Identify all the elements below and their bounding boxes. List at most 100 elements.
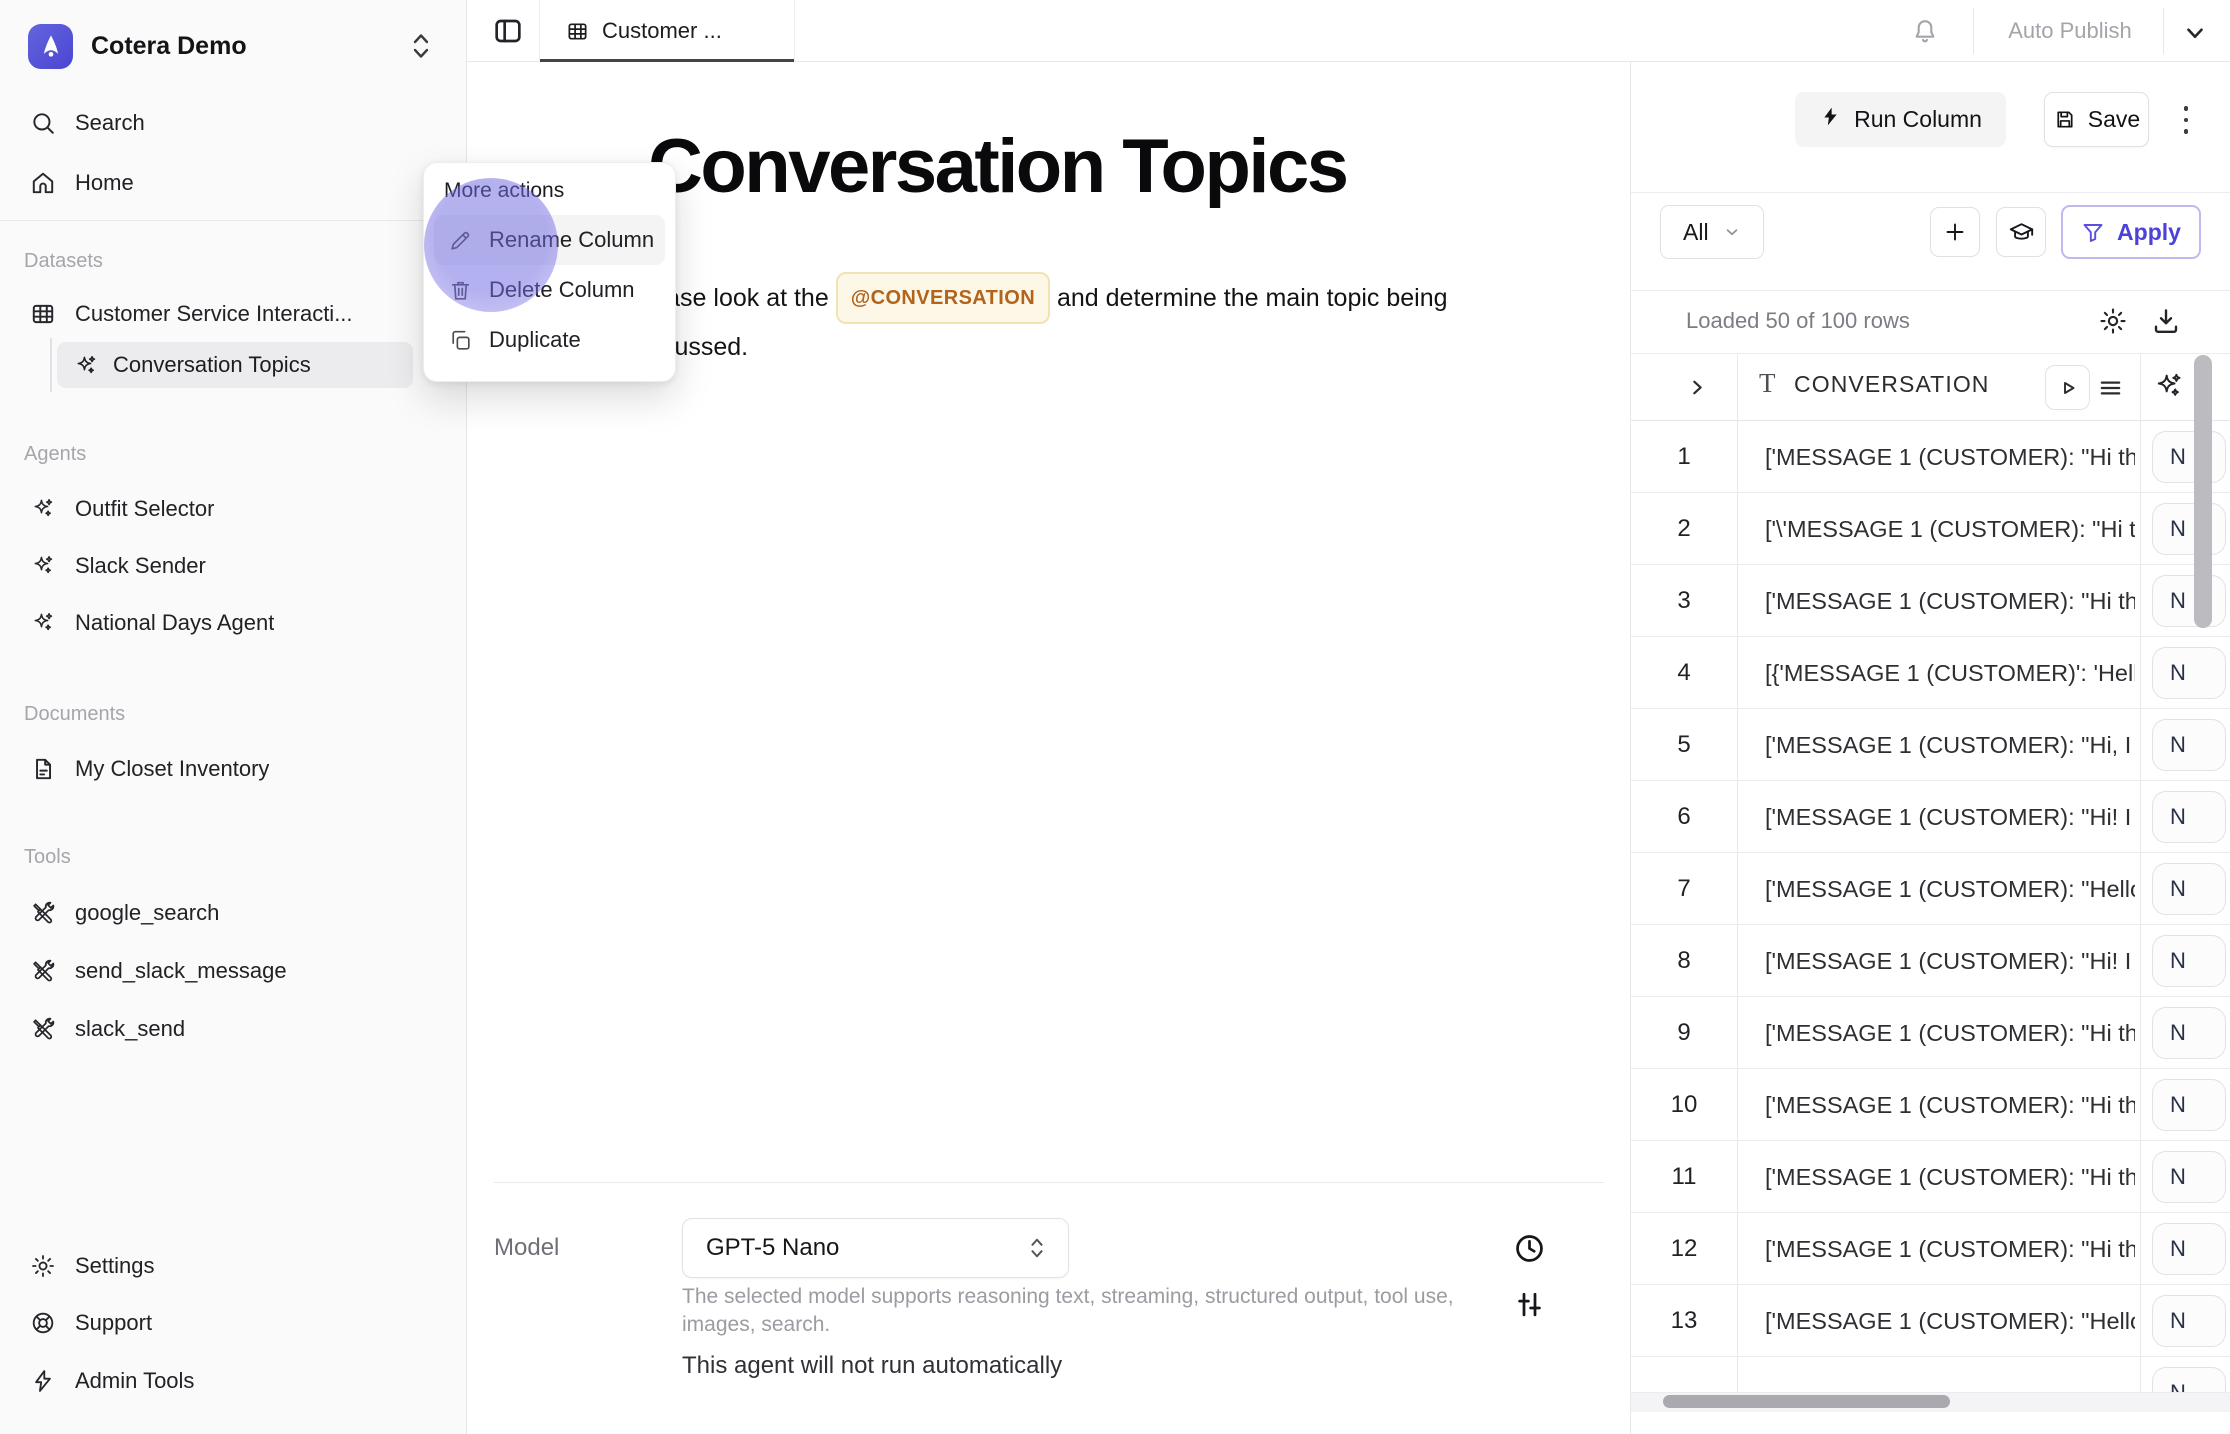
table-row[interactable]: 3['MESSAGE 1 (CUSTOMER): "Hi theN xyxy=(1631,565,2230,637)
cotera-logo-icon xyxy=(28,24,73,69)
table-row[interactable]: 9['MESSAGE 1 (CUSTOMER): "Hi theN xyxy=(1631,997,2230,1069)
conversation-cell[interactable]: ['MESSAGE 1 (CUSTOMER): "Hi the xyxy=(1765,421,2135,493)
next-column-cell-chip[interactable]: N xyxy=(2152,1151,2226,1203)
add-column-button[interactable] xyxy=(1930,207,1980,257)
table-row[interactable]: N xyxy=(1631,1357,2230,1392)
download-icon[interactable] xyxy=(2151,306,2181,336)
table-row[interactable]: 6['MESSAGE 1 (CUSTOMER): "Hi! I reN xyxy=(1631,781,2230,853)
table-row[interactable]: 10['MESSAGE 1 (CUSTOMER): "Hi theN xyxy=(1631,1069,2230,1141)
tools-icon xyxy=(30,958,56,984)
conversation-cell[interactable]: ['MESSAGE 1 (CUSTOMER): "Hi! I re xyxy=(1765,925,2135,997)
table-row[interactable]: 13['MESSAGE 1 (CUSTOMER): "Hello!N xyxy=(1631,1285,2230,1357)
sidebar-item-tool[interactable]: send_slack_message xyxy=(0,948,467,994)
prompt-text[interactable]: Please look at the @CONVERSATION and det… xyxy=(630,274,1475,368)
sidebar-item-agent[interactable]: Slack Sender xyxy=(0,543,467,589)
sidebar-toggle-icon[interactable] xyxy=(492,15,524,47)
next-column-cell-chip[interactable]: N xyxy=(2152,1295,2226,1347)
next-column-cell-chip[interactable]: N xyxy=(2152,1079,2226,1131)
more-options-kebab-icon[interactable] xyxy=(2174,98,2198,142)
next-column-cell-chip[interactable]: N xyxy=(2152,1367,2226,1392)
conversation-cell[interactable]: ['MESSAGE 1 (CUSTOMER): "Hello! xyxy=(1765,1285,2135,1357)
sidebar-item-conversation-topics[interactable]: Conversation Topics xyxy=(57,342,413,388)
column-header-label[interactable]: CONVERSATION xyxy=(1794,371,1990,398)
conversation-cell[interactable]: ['\'MESSAGE 1 (CUSTOMER): "Hi th xyxy=(1765,493,2135,565)
conversation-cell[interactable]: [{'MESSAGE 1 (CUSTOMER)': 'Hello xyxy=(1765,637,2135,709)
table-row[interactable]: 7['MESSAGE 1 (CUSTOMER): "Hello!N xyxy=(1631,853,2230,925)
table-row[interactable]: 4[{'MESSAGE 1 (CUSTOMER)': 'HelloN xyxy=(1631,637,2230,709)
sidebar-item-support[interactable]: Support xyxy=(0,1300,467,1346)
gear-icon xyxy=(30,1253,56,1279)
sidebar-item-admin-tools[interactable]: Admin Tools xyxy=(0,1358,467,1404)
next-column-cell-chip[interactable]: N xyxy=(2152,431,2226,483)
next-column-cell-chip[interactable]: N xyxy=(2152,1223,2226,1275)
table-row[interactable]: 5['MESSAGE 1 (CUSTOMER): "Hi, I reN xyxy=(1631,709,2230,781)
sidebar-item-tool[interactable]: slack_send xyxy=(0,1006,467,1052)
vertical-scrollbar[interactable] xyxy=(2194,355,2212,628)
conversation-cell[interactable]: ['MESSAGE 1 (CUSTOMER): "Hi the xyxy=(1765,1141,2135,1213)
sidebar-item-agent[interactable]: National Days Agent xyxy=(0,600,467,646)
learn-button[interactable] xyxy=(1996,207,2046,257)
save-icon xyxy=(2053,108,2076,131)
tab-customer[interactable]: Customer ... xyxy=(539,0,795,62)
notifications-bell-icon[interactable] xyxy=(1911,17,1939,45)
apply-filter-button[interactable]: Apply xyxy=(2061,205,2201,259)
table-settings-gear-icon[interactable] xyxy=(2098,306,2128,336)
ai-column-sparkles-icon[interactable] xyxy=(2152,370,2184,402)
sidebar-item-document[interactable]: My Closet Inventory xyxy=(0,746,467,792)
bolt-icon xyxy=(30,1368,56,1394)
tools-icon xyxy=(30,1016,56,1042)
tab-label: Customer ... xyxy=(602,18,722,44)
conversation-cell[interactable]: ['MESSAGE 1 (CUSTOMER): "Hello! xyxy=(1765,853,2135,925)
copy-icon xyxy=(448,328,473,353)
conversation-mention-chip[interactable]: @CONVERSATION xyxy=(836,272,1050,324)
text-type-icon: T xyxy=(1759,368,1776,399)
table-row[interactable]: 8['MESSAGE 1 (CUSTOMER): "Hi! I reN xyxy=(1631,925,2230,997)
chevron-down-icon[interactable] xyxy=(2182,20,2208,46)
table-row[interactable]: 2['\'MESSAGE 1 (CUSTOMER): "Hi thN xyxy=(1631,493,2230,565)
table-header: T CONVERSATION xyxy=(1631,354,2230,421)
sidebar-item-dataset[interactable]: Customer Service Interacti... xyxy=(0,291,467,337)
conversation-cell[interactable]: ['MESSAGE 1 (CUSTOMER): "Hi the xyxy=(1765,1213,2135,1285)
next-column-cell-chip[interactable]: N xyxy=(2152,647,2226,699)
menu-item-duplicate[interactable]: Duplicate xyxy=(434,315,665,365)
sidebar-item-settings[interactable]: Settings xyxy=(0,1243,467,1289)
sidebar-item-search[interactable]: Search xyxy=(0,100,467,146)
next-column-cell-chip[interactable]: N xyxy=(2152,719,2226,771)
topbar-divider xyxy=(2163,8,2164,54)
conversation-cell[interactable]: ['MESSAGE 1 (CUSTOMER): "Hi the xyxy=(1765,1069,2135,1141)
sliders-icon[interactable] xyxy=(1513,1288,1546,1321)
table-row[interactable]: 12['MESSAGE 1 (CUSTOMER): "Hi theN xyxy=(1631,1213,2230,1285)
conversation-cell[interactable]: ['MESSAGE 1 (CUSTOMER): "Hi! I re xyxy=(1765,781,2135,853)
table-row[interactable]: 1['MESSAGE 1 (CUSTOMER): "Hi theN xyxy=(1631,421,2230,493)
next-column-cell-chip[interactable]: N xyxy=(2152,791,2226,843)
model-select[interactable]: GPT-5 Nano xyxy=(682,1218,1069,1278)
run-column-play-button[interactable] xyxy=(2045,365,2090,410)
table-row[interactable]: 11['MESSAGE 1 (CUSTOMER): "Hi theN xyxy=(1631,1141,2230,1213)
sidebar-item-agent[interactable]: Outfit Selector xyxy=(0,486,467,532)
lifebuoy-icon xyxy=(30,1310,56,1336)
filter-all-dropdown[interactable]: All xyxy=(1660,205,1764,259)
conversation-cell[interactable]: ['MESSAGE 1 (CUSTOMER): "Hi the xyxy=(1765,565,2135,637)
nesting-line xyxy=(50,338,52,392)
next-column-cell-chip[interactable]: N xyxy=(2152,935,2226,987)
section-label-documents: Documents xyxy=(24,703,125,726)
workspace-switcher[interactable]: Cotera Demo xyxy=(0,22,467,70)
run-column-button[interactable]: Run Column xyxy=(1795,92,2006,147)
search-icon xyxy=(30,110,56,136)
next-column-cell-chip[interactable]: N xyxy=(2152,1007,2226,1059)
conversation-cell[interactable] xyxy=(1765,1357,2135,1392)
conversation-cell[interactable]: ['MESSAGE 1 (CUSTOMER): "Hi, I re xyxy=(1765,709,2135,781)
next-column-cell-chip[interactable]: N xyxy=(2152,503,2226,555)
horizontal-scrollbar-thumb[interactable] xyxy=(1663,1395,1950,1408)
sidebar-item-tool[interactable]: google_search xyxy=(0,890,467,936)
conversation-cell[interactable]: ['MESSAGE 1 (CUSTOMER): "Hi the xyxy=(1765,997,2135,1069)
next-column-cell-chip[interactable]: N xyxy=(2152,863,2226,915)
expand-row-chevron-icon[interactable] xyxy=(1685,375,1710,400)
column-menu-icon[interactable] xyxy=(2097,375,2124,401)
save-button[interactable]: Save xyxy=(2044,92,2149,147)
auto-publish-label[interactable]: Auto Publish xyxy=(2003,0,2137,62)
sidebar-item-home[interactable]: Home xyxy=(0,160,467,206)
clock-icon[interactable] xyxy=(1513,1232,1546,1265)
next-column-cell-chip[interactable]: N xyxy=(2152,575,2226,627)
page-title[interactable]: Conversation Topics xyxy=(648,126,1347,208)
